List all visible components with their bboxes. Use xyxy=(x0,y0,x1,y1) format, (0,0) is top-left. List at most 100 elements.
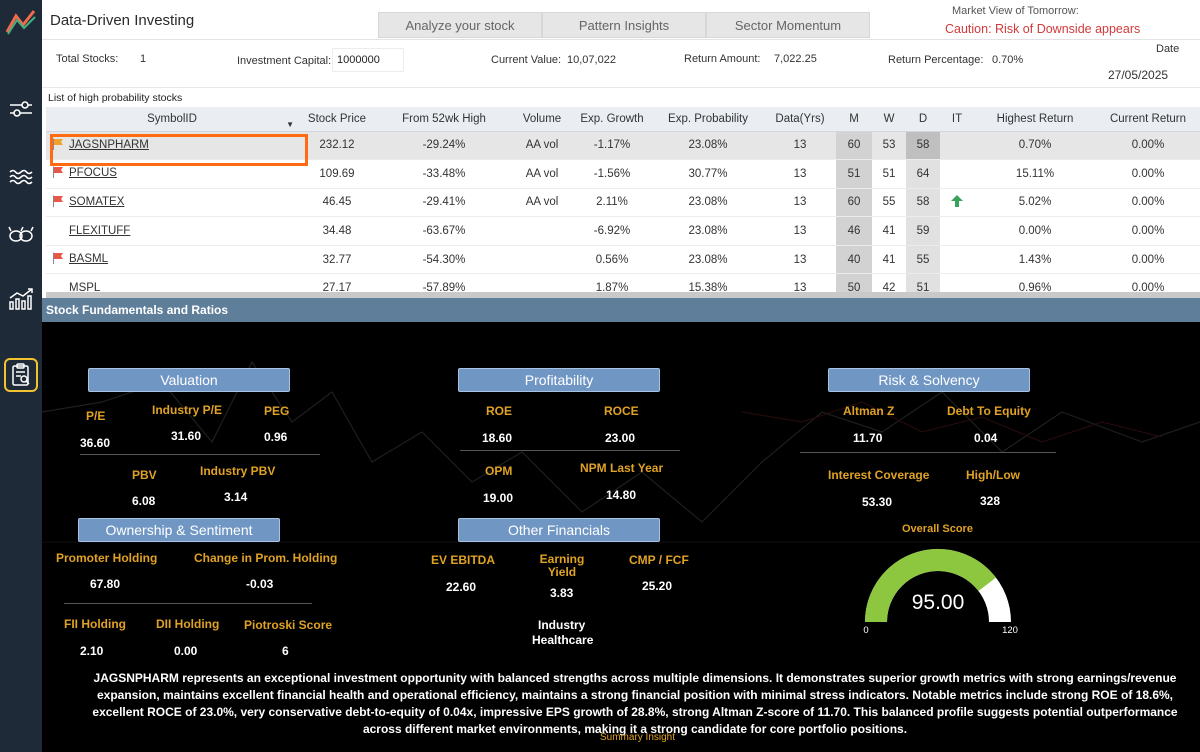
cell-prob: 23.08% xyxy=(652,131,764,161)
cell-w: 51 xyxy=(872,159,906,189)
cell-symbol[interactable]: JAGSNPHARM xyxy=(46,131,298,161)
col-header-stock-price[interactable]: Stock Price xyxy=(298,107,376,132)
cell-highest: 5.02% xyxy=(974,188,1096,218)
bull-bear-icon[interactable] xyxy=(4,218,38,252)
cell-volume: AA vol xyxy=(512,131,572,161)
risk-divider xyxy=(800,452,1056,453)
cell-growth: -1.17% xyxy=(572,131,652,161)
pbv-value: 6.08 xyxy=(132,494,156,508)
earning-yield-label: Earning Yield xyxy=(539,552,585,579)
cell-m: 60 xyxy=(836,131,872,161)
industry-value: Healthcare xyxy=(532,633,594,647)
pe-label: P/E xyxy=(86,409,106,423)
col-header-data-yrs[interactable]: Data(Yrs) xyxy=(764,107,836,132)
profitability-header: Profitability xyxy=(458,368,660,392)
peg-value: 0.96 xyxy=(264,430,288,444)
cell-symbol[interactable]: BASML xyxy=(46,245,298,275)
roce-label: ROCE xyxy=(604,404,639,418)
symbol-link[interactable]: BASML xyxy=(69,253,108,265)
cell-highest: 0.00% xyxy=(974,216,1096,246)
col-header-exp-growth[interactable]: Exp. Growth xyxy=(572,107,652,132)
col-header-from-52wk-high[interactable]: From 52wk High xyxy=(376,107,512,132)
change-prom-label: Change in Prom. Holding xyxy=(194,551,338,565)
cell-m: 60 xyxy=(836,188,872,218)
sort-desc-icon[interactable]: ▼ xyxy=(286,120,294,129)
col-header-symbolid[interactable]: SymbolID ▼ xyxy=(46,107,298,132)
col-header-current-return[interactable]: Current Return xyxy=(1096,107,1200,132)
cell-yrs: 13 xyxy=(764,216,836,246)
flag-icon xyxy=(52,138,66,153)
debt-equity-label: Debt To Equity xyxy=(947,404,1031,418)
piotroski-value: 6 xyxy=(282,644,289,658)
ev-ebitda-value: 22.60 xyxy=(446,580,477,594)
symbol-link[interactable]: SOMATEX xyxy=(69,196,124,208)
summary-narrative: JAGSNPHARM represents an exceptional inv… xyxy=(92,671,1178,736)
tab-sector-momentum[interactable]: Sector Momentum xyxy=(706,12,870,38)
debt-equity-value: 0.04 xyxy=(974,431,998,445)
roce-value: 23.00 xyxy=(605,431,636,445)
roe-label: ROE xyxy=(486,404,513,418)
table-row[interactable]: BASML 32.77 -54.30% 0.56% 23.08% 13 40 41 55 1.43… xyxy=(46,245,1200,275)
cell-m: 51 xyxy=(836,159,872,189)
opm-label: OPM xyxy=(485,464,513,478)
dii-holding-value: 0.00 xyxy=(174,644,198,658)
cell-prob: 23.08% xyxy=(652,188,764,218)
table-title: List of high probability stocks xyxy=(48,92,183,104)
growth-chart-icon[interactable] xyxy=(4,282,38,316)
cell-it xyxy=(940,245,974,275)
total-stocks-value: 1 xyxy=(140,53,147,65)
col-header-d[interactable]: D xyxy=(906,107,940,132)
table-row[interactable]: JAGSNPHARM 232.12 -29.24% AA vol -1.17% 23.08… xyxy=(46,131,1200,161)
current-value-label: Current Value: xyxy=(491,54,562,66)
market-view-label: Market View of Tomorrow: xyxy=(952,5,1079,17)
cell-symbol[interactable]: FLEXITUFF xyxy=(46,216,298,246)
cell-highest: 1.43% xyxy=(974,245,1096,275)
col-header-volume[interactable]: Volume xyxy=(512,107,572,132)
pbv-label: PBV xyxy=(132,468,157,482)
cell-d: 59 xyxy=(906,216,940,246)
overall-score-gauge: 95.00 0 120 xyxy=(863,549,1018,636)
cell-prob: 30.77% xyxy=(652,159,764,189)
return-amount-value: 7,022.25 xyxy=(774,53,817,65)
fii-holding-label: FII Holding xyxy=(64,617,126,631)
valuation-header: Valuation xyxy=(88,368,290,392)
interest-coverage-label: Interest Coverage xyxy=(828,468,930,482)
current-value: 10,07,022 xyxy=(567,54,616,66)
col-header-highest-return[interactable]: Highest Return xyxy=(974,107,1096,132)
symbol-link[interactable]: PFOCUS xyxy=(69,167,117,179)
cell-yrs: 13 xyxy=(764,188,836,218)
cell-yrs: 13 xyxy=(764,245,836,275)
col-header-m[interactable]: M xyxy=(836,107,872,132)
tab-pattern-insights[interactable]: Pattern Insights xyxy=(542,12,706,38)
up-arrow-icon xyxy=(950,194,964,211)
fundamentals-panel: Valuation P/E 36.60 Industry P/E 31.60 P… xyxy=(42,322,1200,752)
report-clipboard-icon[interactable] xyxy=(4,358,38,392)
col-header-w[interactable]: W xyxy=(872,107,906,132)
symbol-link[interactable]: FLEXITUFF xyxy=(69,225,130,237)
waves-icon[interactable] xyxy=(4,160,38,194)
cell-volume: AA vol xyxy=(512,188,572,218)
cell-from52: -54.30% xyxy=(376,245,512,275)
tab-analyze-your-stock[interactable]: Analyze your stock xyxy=(378,12,542,38)
cell-volume xyxy=(512,245,572,275)
symbol-link[interactable]: JAGSNPHARM xyxy=(69,139,149,151)
cell-symbol[interactable]: PFOCUS xyxy=(46,159,298,189)
capital-input[interactable]: 1000000 xyxy=(332,48,404,72)
table-row[interactable]: FLEXITUFF 34.48 -63.67% -6.92% 23.08% 13 46 41 5… xyxy=(46,216,1200,246)
col-header-exp-probability[interactable]: Exp. Probability xyxy=(652,107,764,132)
col-header-it[interactable]: IT xyxy=(940,107,974,132)
cell-prob: 23.08% xyxy=(652,216,764,246)
table-row[interactable]: PFOCUS 109.69 -33.48% AA vol -1.56% 30.77% 13 5… xyxy=(46,159,1200,189)
sliders-icon[interactable] xyxy=(4,92,38,126)
altman-label: Altman Z xyxy=(843,404,895,418)
cell-it xyxy=(940,216,974,246)
industry-pbv-value: 3.14 xyxy=(224,490,248,504)
profitability-divider xyxy=(460,450,680,451)
high-low-value: 328 xyxy=(980,494,1001,508)
dii-holding-label: DII Holding xyxy=(156,617,220,631)
cell-current: 0.00% xyxy=(1096,131,1200,161)
cell-current: 0.00% xyxy=(1096,245,1200,275)
cell-symbol[interactable]: SOMATEX xyxy=(46,188,298,218)
table-row[interactable]: SOMATEX 46.45 -29.41% AA vol 2.11% 23.08% 13 60… xyxy=(46,188,1200,218)
cell-price: 34.48 xyxy=(298,216,376,246)
